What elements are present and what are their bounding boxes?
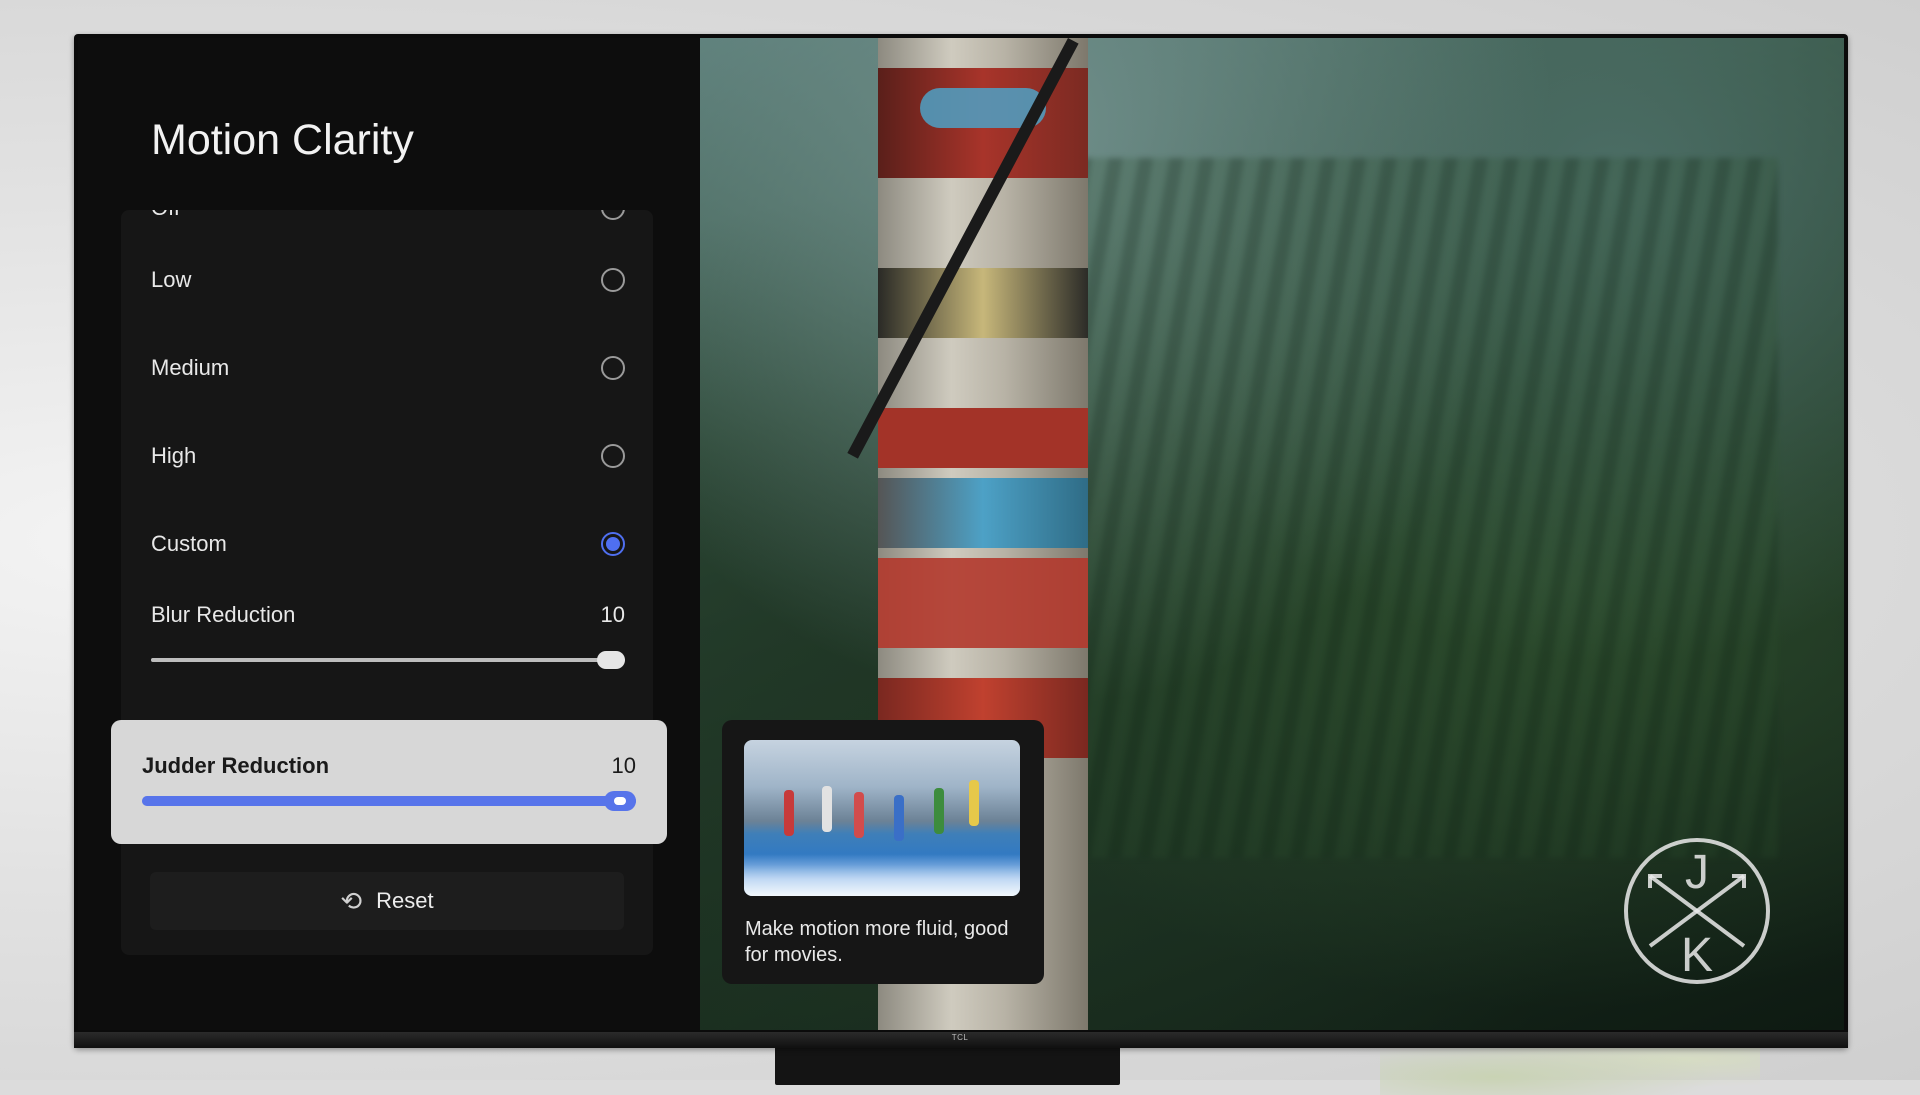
option-label: High	[151, 443, 197, 468]
option-high[interactable]: High	[151, 426, 625, 486]
forest-texture	[1078, 158, 1778, 858]
option-label: Medium	[151, 355, 230, 380]
slider-fill	[151, 658, 625, 662]
option-custom[interactable]: Custom	[151, 514, 625, 574]
logo-letter-top: J	[1685, 846, 1709, 899]
blur-reduction-value: 10	[600, 602, 625, 627]
judder-reduction-label: Judder Reduction	[142, 753, 330, 778]
page-title: Motion Clarity	[151, 116, 414, 164]
reset-button[interactable]: ⟲ Reset	[150, 872, 624, 930]
blur-reduction-slider[interactable]	[151, 651, 625, 669]
option-label: Off	[151, 210, 180, 221]
option-low[interactable]: Low	[151, 250, 625, 310]
blur-reduction-setting[interactable]: Blur Reduction 10	[151, 602, 625, 669]
tv-stand	[775, 1045, 1120, 1085]
judder-reduction-setting[interactable]: Judder Reduction 10	[111, 720, 667, 844]
radio-selected-icon[interactable]	[601, 532, 625, 556]
slider-knob[interactable]	[604, 791, 636, 811]
jk-watermark-logo: J K	[1624, 838, 1770, 984]
slider-fill	[142, 796, 636, 806]
judder-reduction-slider[interactable]	[142, 791, 636, 811]
option-off[interactable]: Off	[151, 210, 625, 238]
judder-reduction-value: 10	[611, 753, 636, 778]
tv-screen: Motion Clarity Off Low Medium High Custo…	[78, 38, 1844, 1030]
slider-knob[interactable]	[597, 651, 625, 669]
tv-brand: TCL	[951, 1033, 969, 1042]
option-label: Custom	[151, 531, 227, 556]
radio-icon[interactable]	[601, 210, 625, 220]
logo-letter-bottom: K	[1681, 929, 1713, 982]
reset-label: Reset	[376, 888, 434, 913]
settings-panel: Motion Clarity Off Low Medium High Custo…	[78, 38, 700, 1030]
reset-icon: ⟲	[340, 886, 363, 916]
description-card: Make motion more fluid, good for movies.	[722, 720, 1044, 984]
preview-thumbnail	[744, 740, 1020, 896]
radio-icon[interactable]	[601, 268, 625, 292]
blur-reduction-label: Blur Reduction	[151, 602, 296, 627]
option-label: Low	[151, 267, 192, 292]
option-medium[interactable]: Medium	[151, 338, 625, 398]
description-text: Make motion more fluid, good for movies.	[745, 918, 1009, 966]
radio-icon[interactable]	[601, 444, 625, 468]
radio-icon[interactable]	[601, 356, 625, 380]
